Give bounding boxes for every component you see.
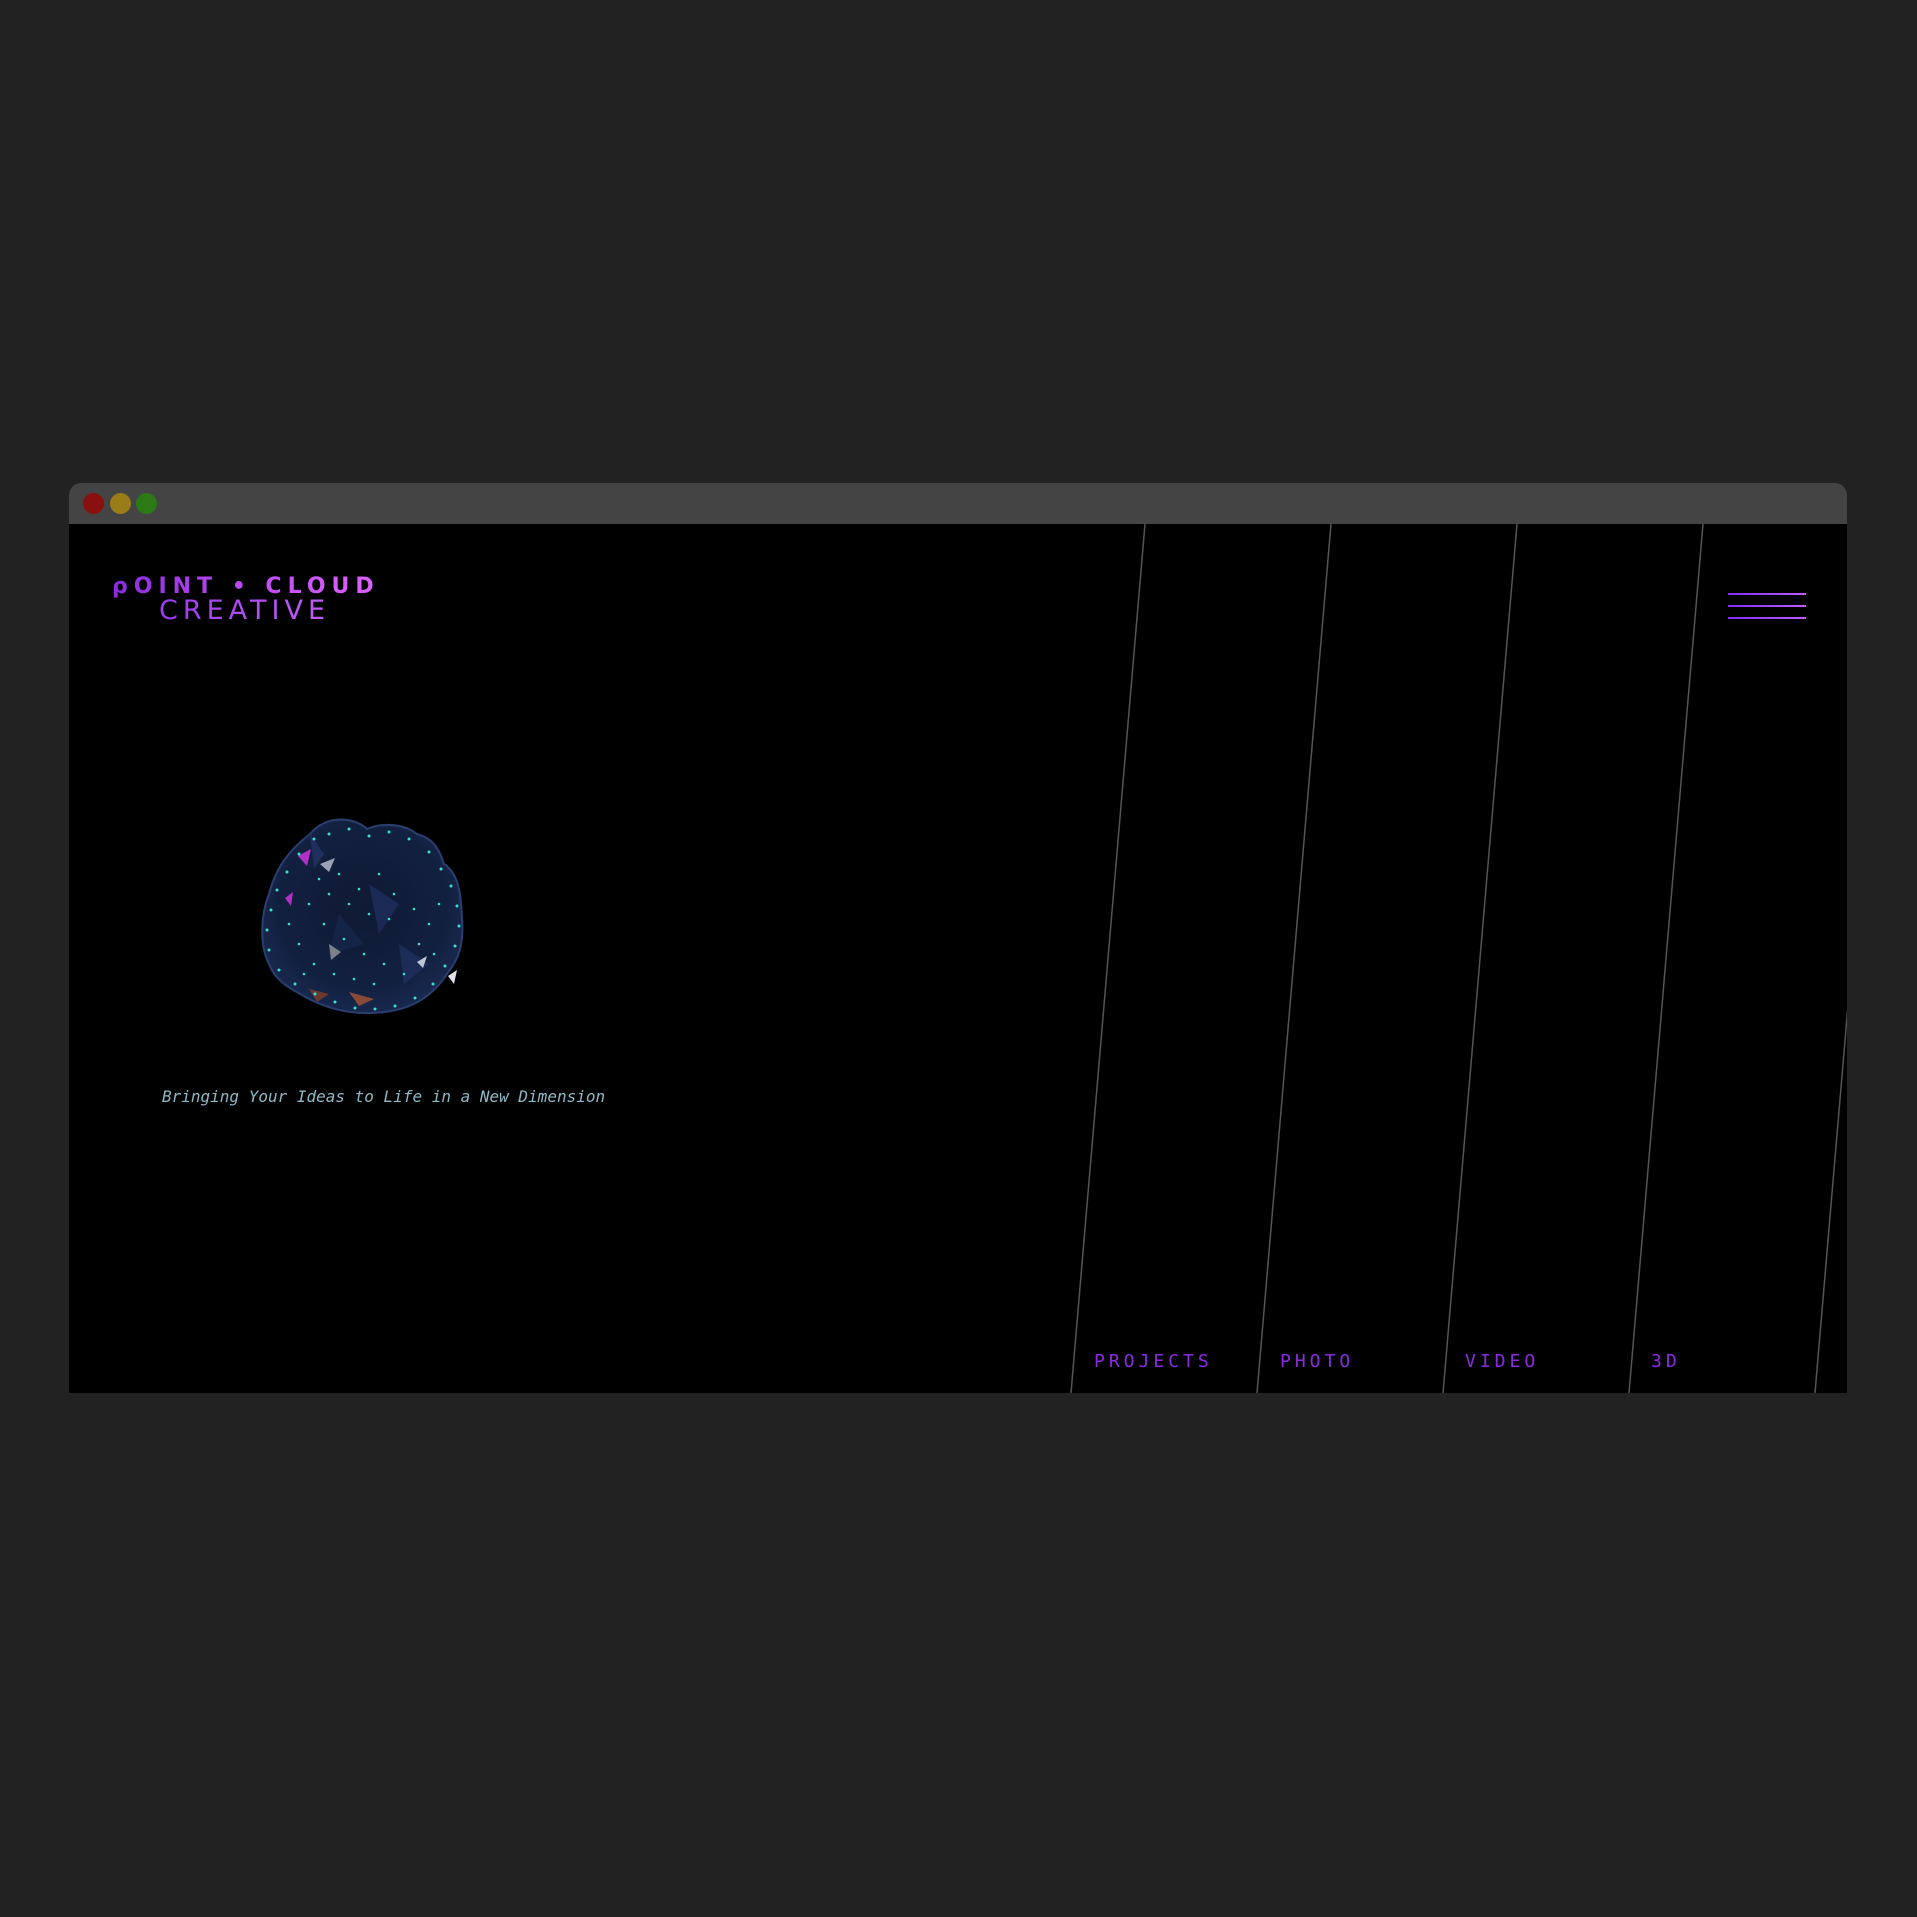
window-titlebar: [69, 483, 1847, 524]
stripe-line: [1070, 524, 1146, 1393]
hamburger-menu-icon[interactable]: [1726, 587, 1808, 625]
logo-line-2: CREATIVE: [159, 597, 402, 624]
stripe-line: [1814, 1008, 1847, 1393]
nav-item-projects[interactable]: PROJECTS: [1094, 1351, 1213, 1372]
minimize-window-button[interactable]: [110, 493, 131, 514]
stripe-line: [1442, 524, 1518, 1393]
stripe-line: [1628, 524, 1704, 1393]
point-cloud-blob-image: [261, 818, 464, 1015]
maximize-window-button[interactable]: [136, 493, 157, 514]
site-logo[interactable]: ρOINT • CLOUD CREATIVE: [112, 576, 402, 625]
browser-window: ρOINT • CLOUD CREATIVE Bringing Your Ide…: [69, 483, 1847, 1393]
nav-item-3d[interactable]: 3D: [1651, 1351, 1681, 1372]
hero-tagline: Bringing Your Ideas to Life in a New Dim…: [162, 1087, 606, 1106]
close-window-button[interactable]: [83, 493, 104, 514]
stripe-line: [1256, 524, 1332, 1393]
page-viewport: ρOINT • CLOUD CREATIVE Bringing Your Ide…: [69, 524, 1847, 1393]
nav-item-photo[interactable]: PHOTO: [1280, 1351, 1354, 1372]
nav-item-video[interactable]: VIDEO: [1465, 1351, 1539, 1372]
